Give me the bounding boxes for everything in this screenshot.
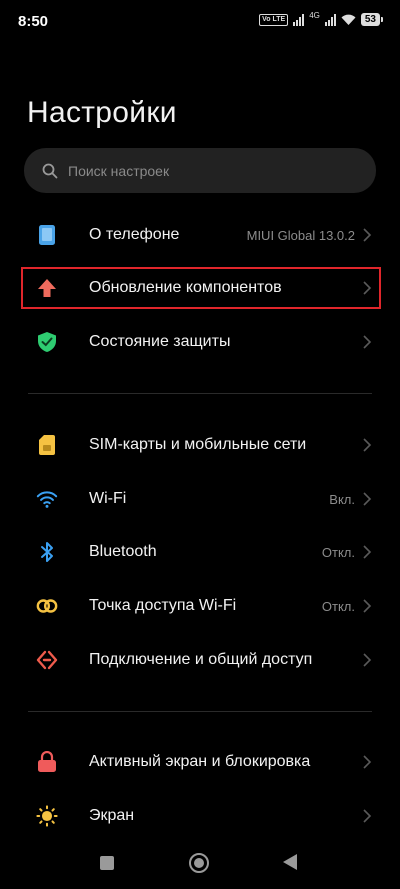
settings-item-value: Вкл. xyxy=(329,491,355,507)
sim-card-icon xyxy=(36,434,58,456)
settings-item-hotspot[interactable]: Точка доступа Wi-Fi Откл. xyxy=(0,581,400,631)
chevron-right-icon xyxy=(363,599,372,613)
settings-item-label: Bluetooth xyxy=(89,543,157,560)
bluetooth-icon xyxy=(36,541,58,563)
chevron-right-icon xyxy=(363,545,372,559)
wifi-status-icon xyxy=(341,14,356,25)
navigation-bar xyxy=(0,838,400,889)
signal-icon-2 xyxy=(324,13,336,26)
status-icons: Vo LTE 4G 53 xyxy=(259,11,384,26)
settings-item-label: О телефоне xyxy=(89,226,180,243)
hotspot-icon xyxy=(36,595,58,617)
connection-icon xyxy=(36,649,58,671)
settings-item-label: Состояние защиты xyxy=(89,333,231,350)
wifi-icon xyxy=(36,488,58,510)
chevron-right-icon xyxy=(363,809,372,823)
settings-item-connection-sharing[interactable]: Подключение и общий доступ xyxy=(0,635,400,685)
settings-item-label: Подключение и общий доступ xyxy=(89,651,313,668)
volte-badge: Vo LTE xyxy=(259,13,289,26)
settings-item-about-phone[interactable]: О телефоне MIUI Global 13.0.2 xyxy=(0,210,400,260)
settings-item-label: Экран xyxy=(89,807,135,824)
chevron-right-icon xyxy=(363,438,372,452)
settings-item-label: Точка доступа Wi-Fi xyxy=(89,597,237,614)
settings-item-security-status[interactable]: Состояние защиты xyxy=(0,317,400,367)
lock-icon xyxy=(36,751,58,773)
network-type: 4G xyxy=(309,11,320,20)
settings-item-label: SIM-карты и мобильные сети xyxy=(89,436,307,453)
chevron-right-icon xyxy=(363,653,372,667)
status-bar: 8:50 Vo LTE 4G 53 xyxy=(0,0,400,44)
settings-item-label: Активный экран и блокировка xyxy=(89,753,311,770)
section-divider xyxy=(28,393,372,394)
settings-item-lock-screen[interactable]: Активный экран и блокировка xyxy=(0,737,400,787)
settings-item-sim-cards[interactable]: SIM-карты и мобильные сети xyxy=(0,420,400,470)
settings-item-display[interactable]: Экран xyxy=(0,791,400,841)
shield-check-icon xyxy=(36,331,58,353)
back-button[interactable] xyxy=(283,854,297,870)
settings-item-bluetooth[interactable]: Bluetooth Откл. xyxy=(0,527,400,577)
signal-icon xyxy=(293,13,305,26)
recents-button[interactable] xyxy=(100,856,114,870)
search-placeholder: Поиск настроек xyxy=(68,162,170,179)
status-time: 8:50 xyxy=(18,13,49,30)
phone-icon xyxy=(36,224,58,246)
chevron-right-icon xyxy=(363,755,372,769)
chevron-right-icon xyxy=(363,228,372,242)
page-title: Настройки xyxy=(27,96,177,129)
settings-item-value: Откл. xyxy=(321,598,355,614)
highlight-frame xyxy=(21,267,381,309)
chevron-right-icon xyxy=(363,335,372,349)
settings-item-label: Wi-Fi xyxy=(89,490,127,507)
settings-item-wifi[interactable]: Wi-Fi Вкл. xyxy=(0,474,400,524)
settings-item-value: MIUI Global 13.0.2 xyxy=(246,227,355,243)
search-input[interactable]: Поиск настроек xyxy=(24,148,376,193)
chevron-right-icon xyxy=(363,492,372,506)
battery-indicator: 53 xyxy=(360,13,384,26)
sun-icon xyxy=(36,805,58,827)
home-button[interactable] xyxy=(189,853,209,873)
search-icon xyxy=(42,163,58,178)
section-divider xyxy=(28,711,372,712)
settings-item-value: Откл. xyxy=(321,544,355,560)
